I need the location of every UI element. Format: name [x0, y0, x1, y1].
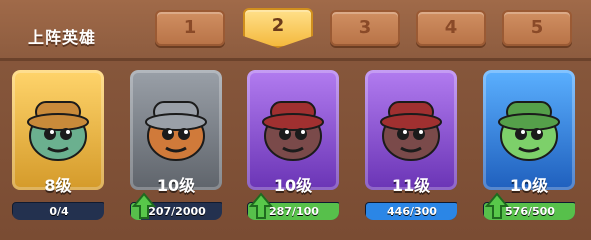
upgrade-arrow-icon	[132, 192, 156, 219]
team-tab-5[interactable]: 5	[502, 10, 572, 46]
shard-progress-text: 0/4	[49, 205, 69, 218]
hero-portrait	[27, 101, 89, 161]
hero-card[interactable]: 8级 0/4	[12, 70, 104, 220]
hero-level: 10级	[273, 176, 313, 195]
hero-level: 10级	[509, 176, 549, 195]
hero-portrait	[380, 101, 442, 161]
hero-card[interactable]: 11级 446/300	[365, 70, 457, 220]
team-tab-4[interactable]: 4	[416, 10, 486, 46]
hero-level: 11级	[391, 176, 431, 195]
hero-card[interactable]: 10级 576/500	[483, 70, 575, 220]
upgrade-arrow-icon	[249, 192, 273, 219]
shard-progress-bar: 446/300	[365, 202, 457, 220]
section-title: 上阵英雄	[28, 28, 97, 47]
shard-progress-bar: 0/4	[12, 202, 104, 220]
hero-portrait	[145, 101, 207, 161]
team-tab-3[interactable]: 3	[330, 10, 400, 46]
hero-portrait	[498, 101, 560, 161]
hero-level: 10级	[156, 176, 196, 195]
hero-card[interactable]: 10级 287/100	[247, 70, 339, 220]
team-tab-1[interactable]: 1	[155, 10, 225, 46]
upgrade-arrow-icon	[485, 192, 509, 219]
hero-level: 8级	[44, 176, 72, 195]
hero-portrait	[262, 101, 324, 161]
shard-progress-text: 446/300	[387, 205, 437, 218]
hero-card[interactable]: 10级 207/2000	[130, 70, 222, 220]
